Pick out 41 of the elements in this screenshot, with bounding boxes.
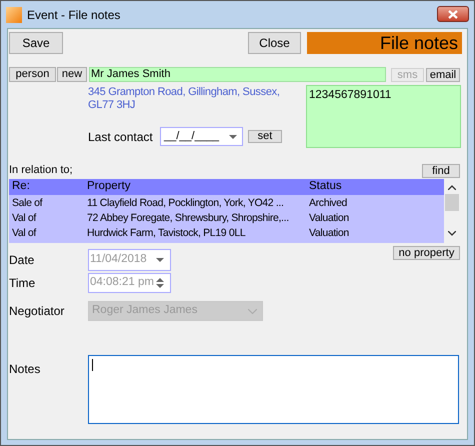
last-contact-label: Last contact xyxy=(88,128,154,146)
email-button[interactable]: email xyxy=(426,68,460,82)
table-cell-text: 11 Clayfield Road, Pocklington, York, YO42 ... xyxy=(86,196,285,210)
person-button[interactable]: person xyxy=(9,67,56,82)
scrollbar[interactable] xyxy=(444,179,460,243)
dropdown-arrow-icon xyxy=(156,258,164,262)
table-cell-text: Valuation xyxy=(308,210,350,224)
set-button[interactable]: set xyxy=(248,130,282,143)
scroll-thumb[interactable] xyxy=(445,194,459,211)
negotiator-label: Negotiator xyxy=(9,303,66,320)
close-button[interactable]: Close xyxy=(248,32,301,54)
column-header[interactable]: Property xyxy=(84,178,306,196)
scroll-up-icon[interactable] xyxy=(448,185,456,190)
notes-label: Notes xyxy=(9,361,42,375)
table-cell-text: Hurdwick Farm, Tavistock, PL19 0LL xyxy=(86,226,246,240)
find-button[interactable]: find xyxy=(422,164,460,178)
in-relation-label: In relation to; xyxy=(9,162,73,178)
name-field[interactable]: Mr James Smith xyxy=(89,67,386,82)
table-cell-text: Val of xyxy=(11,210,38,224)
time-label: Time xyxy=(9,275,36,292)
address-text: 345 Grampton Road, Gillingham, Sussex, GL77 3HJ xyxy=(88,86,281,112)
table-cell-text: Archived xyxy=(308,196,348,210)
notes-field[interactable] xyxy=(88,355,459,424)
dropdown-arrow-icon xyxy=(229,134,237,138)
form-heading: File notes xyxy=(307,32,462,54)
date-label: Date xyxy=(9,252,36,269)
save-button[interactable]: Save xyxy=(9,32,63,54)
scroll-down-icon[interactable] xyxy=(448,231,456,236)
table-cell-text: Valuation xyxy=(308,226,350,240)
last-contact-field[interactable]: __/__/____ xyxy=(160,127,243,146)
table-cell-text: Val of xyxy=(11,226,38,240)
new-button[interactable]: new xyxy=(57,67,87,82)
close-icon[interactable] xyxy=(437,6,469,22)
app-icon xyxy=(6,6,22,22)
phone-field[interactable]: 1234567891011 xyxy=(306,85,461,148)
no-property-button[interactable]: no property xyxy=(393,246,460,260)
column-header[interactable]: Re: xyxy=(9,178,84,196)
column-header[interactable]: Status xyxy=(306,178,426,196)
table-cell-text: Sale of xyxy=(11,196,44,210)
table-cell-text: 72 Abbey Foregate, Shrewsbury, Shropshire,... xyxy=(86,210,290,224)
window-title: Event - File notes xyxy=(27,6,120,24)
